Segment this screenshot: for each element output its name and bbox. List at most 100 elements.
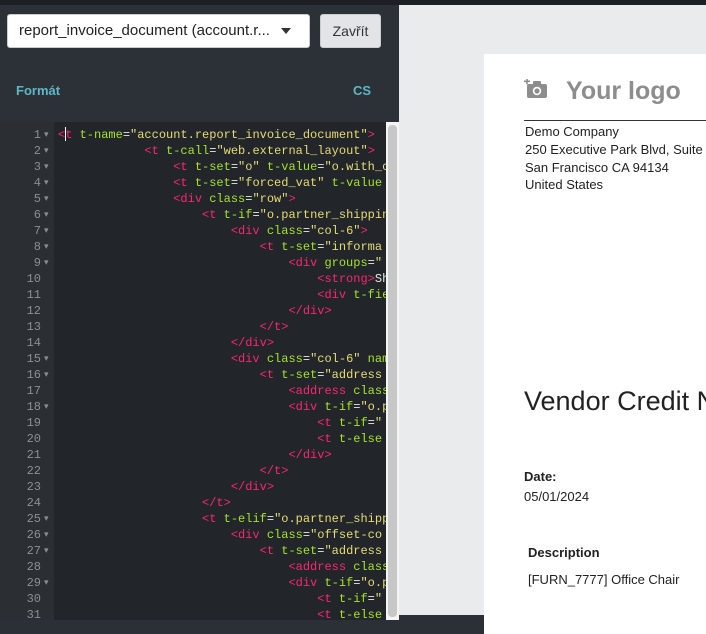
fold-toggle-icon[interactable]: ▾ — [44, 255, 49, 271]
line-number: 26 — [26, 528, 41, 542]
line-number: 24 — [26, 496, 41, 510]
code-line[interactable]: 31 <t t-else — [0, 607, 386, 620]
code-text: <div groups=" — [58, 255, 382, 271]
code-line[interactable]: 26 ▾ <div class="offset-co — [0, 527, 386, 543]
code-text: <t t-elif="o.partner_shipp — [58, 511, 389, 527]
editor-panel: report_invoice_document (account.r... Za… — [0, 5, 399, 620]
code-text: </t> — [58, 495, 231, 511]
code-line[interactable]: 4 ▾ <t t-set="forced_vat" t-value — [0, 175, 386, 191]
fold-toggle-icon[interactable]: ▾ — [44, 127, 49, 143]
code-token: <t — [173, 176, 188, 190]
line-number: 17 — [26, 384, 41, 398]
fold-toggle-icon[interactable]: ▾ — [44, 367, 49, 383]
code-token: = — [367, 256, 375, 270]
line-number: 27 — [26, 544, 41, 558]
code-line[interactable]: 16 ▾ <t t-set="address — [0, 367, 386, 383]
report-template-select[interactable]: report_invoice_document (account.r... — [7, 14, 310, 48]
code-line[interactable]: 29 ▾ <div t-if="o.p — [0, 575, 390, 591]
code-token: class — [259, 528, 303, 542]
code-line[interactable]: 21 </div> — [0, 447, 386, 463]
fold-toggle-icon[interactable]: ▾ — [44, 191, 49, 207]
code-text: <t t-else — [58, 431, 382, 447]
code-token: <t — [317, 432, 332, 446]
fold-toggle-icon[interactable]: ▾ — [44, 399, 49, 415]
code-line[interactable]: 8 ▾ <t t-set="informa — [0, 239, 386, 255]
code-line[interactable]: 13 </t> — [0, 319, 386, 335]
code-token: "account.report_invoice_document" — [130, 128, 368, 142]
company-country: United States — [525, 177, 604, 192]
company-city: San Francisco CA 94134 — [525, 160, 669, 175]
fold-toggle-icon[interactable]: ▾ — [44, 527, 49, 543]
code-text: <address class — [58, 383, 389, 399]
fold-toggle-icon[interactable]: ▾ — [44, 175, 49, 191]
code-line[interactable]: 9 ▾ <div groups=" — [0, 255, 386, 271]
code-token: t-name — [72, 128, 123, 142]
code-line[interactable]: 3 ▾ <t t-set="o" t-value="o.with_c — [0, 159, 389, 175]
fold-toggle-icon[interactable]: ▾ — [44, 207, 49, 223]
editor-scrollbar-thumb[interactable] — [388, 125, 397, 617]
tab-language[interactable]: CS — [353, 83, 371, 98]
code-line[interactable]: 18 ▾ <div t-if="o.p — [0, 399, 390, 415]
code-token: > — [281, 320, 289, 334]
code-line[interactable]: 19 <t t-if=" — [0, 415, 386, 431]
fold-toggle-icon[interactable]: ▾ — [44, 223, 49, 239]
fold-toggle-icon[interactable]: ▾ — [44, 351, 49, 367]
fold-toggle-icon[interactable]: ▾ — [44, 543, 49, 559]
line-number: 18 — [26, 400, 41, 414]
code-line[interactable]: 2 ▾ <t t-call="web.external_layout"> — [0, 143, 386, 159]
line-item-description: [FURN_7777] Office Chair — [528, 572, 680, 587]
code-line[interactable]: 22 </t> — [0, 463, 386, 479]
fold-toggle-icon[interactable]: ▾ — [44, 239, 49, 255]
code-token: = — [302, 224, 311, 238]
code-line[interactable]: 30 <t t-if=" — [0, 591, 386, 607]
code-line[interactable]: 17 <address class — [0, 383, 390, 399]
code-token: t-value — [259, 160, 318, 174]
code-text: <strong>Sh — [58, 271, 389, 287]
code-line[interactable]: 20 <t t-else — [0, 431, 386, 447]
line-number: 6 — [33, 208, 41, 222]
date-value: 05/01/2024 — [524, 489, 590, 504]
fold-toggle-icon[interactable]: ▾ — [44, 511, 49, 527]
header-divider — [524, 120, 706, 121]
code-token: "o.partner_shipp — [274, 512, 390, 526]
code-line[interactable]: 28 <address class — [0, 559, 390, 575]
editor-scrollbar[interactable] — [386, 122, 399, 620]
code-token: class — [259, 224, 303, 238]
tab-format[interactable]: Formát — [16, 83, 60, 98]
code-line[interactable]: 15 ▾ <div class="col-6" nam — [0, 351, 390, 367]
code-line[interactable]: 1▾ <t t-name="account.report_invoice_docu… — [0, 127, 386, 143]
fold-toggle-icon[interactable]: ▾ — [44, 159, 49, 175]
code-line[interactable]: 24 </t> — [0, 495, 386, 511]
code-line[interactable]: 25 ▾ <t t-elif="o.partner_shipp — [0, 511, 390, 527]
code-line[interactable]: 5 ▾ <div class="row"> — [0, 191, 386, 207]
company-logo[interactable]: Your logo — [524, 75, 694, 111]
code-line[interactable]: 23 </div> — [0, 479, 386, 495]
code-line[interactable]: 27 ▾ <t t-set="address — [0, 543, 386, 559]
fold-toggle-icon[interactable]: ▾ — [44, 575, 49, 591]
line-number: 5 — [33, 192, 41, 206]
code-token: <t — [144, 144, 159, 158]
code-token: t-set — [274, 368, 318, 382]
code-line[interactable]: 12 </div> — [0, 303, 386, 319]
code-line[interactable]: 7 ▾ <div class="col-6"> — [0, 223, 386, 239]
fold-toggle-icon[interactable]: ▾ — [44, 143, 49, 159]
code-token: <t — [259, 544, 275, 558]
close-button[interactable]: Zavřít — [320, 14, 381, 48]
code-token: <t — [259, 368, 275, 382]
company-street: 250 Executive Park Blvd, Suite — [525, 142, 703, 157]
code-line[interactable]: 6 ▾ <t t-if="o.partner_shippin — [0, 207, 389, 223]
code-editor[interactable]: 1▾<t t-name="account.report_invoice_docu… — [0, 122, 399, 620]
code-text: <t t-call="web.external_layout"> — [58, 143, 374, 159]
line-number: 9 — [33, 256, 41, 270]
code-token: = — [252, 208, 260, 222]
code-line[interactable]: 11 <div t-fie — [0, 287, 390, 303]
code-line[interactable]: 14 </div> — [0, 335, 386, 351]
code-line[interactable]: 10 <strong>Sh — [0, 271, 390, 287]
